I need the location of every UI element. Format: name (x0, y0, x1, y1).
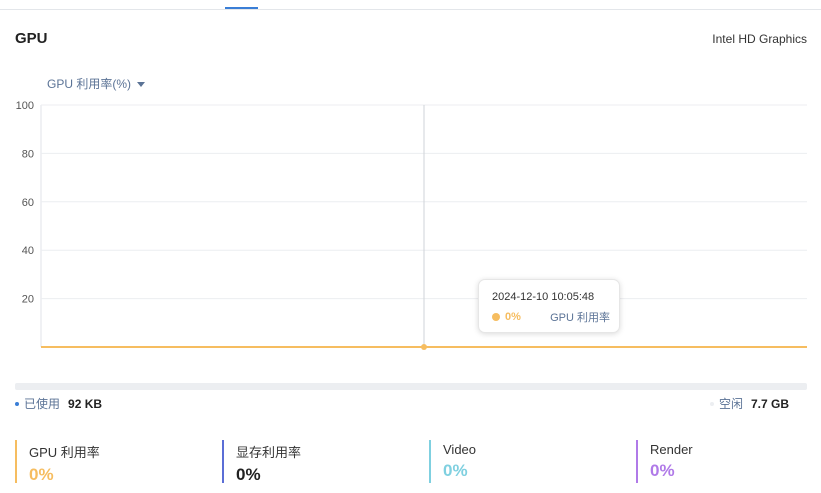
active-tab-indicator (225, 7, 258, 9)
stat-value: 0% (29, 465, 54, 484)
y-tick-label: 80 (22, 148, 34, 160)
device-name: Intel HD Graphics (712, 32, 807, 46)
caret-down-icon (137, 82, 146, 87)
stat-gpu-usage: GPU 利用率 0% (15, 440, 100, 484)
stat-label: GPU 利用率 (29, 445, 100, 460)
y-tick-label: 60 (22, 197, 34, 209)
memory-used-label: 已使用 (24, 397, 61, 411)
memory-usage-bar (15, 383, 807, 390)
y-tick-label: 100 (16, 100, 34, 112)
memory-free: 空闲 7.7 GB (709, 395, 789, 412)
memory-used: 已使用 92 KB (15, 395, 102, 412)
memory-used-value: 92 KB (68, 396, 103, 411)
stat-video: Video 0% (429, 440, 476, 483)
used-dot-icon (15, 401, 19, 406)
chart-tooltip: 2024-12-10 10:05:48 0% GPU 利用率 (478, 279, 620, 333)
tooltip-value: 0% (505, 311, 521, 323)
free-dot-icon (709, 401, 714, 406)
stat-value: 0% (236, 465, 261, 484)
stat-value: 0% (443, 461, 468, 480)
stat-value: 0% (650, 461, 675, 480)
memory-free-value: 7.7 GB (750, 396, 789, 411)
tooltip-series-dot (492, 313, 500, 321)
page-title: GPU (15, 30, 48, 47)
y-tick-label: 20 (22, 294, 34, 306)
y-tick-label: 40 (22, 245, 34, 257)
stat-memory-usage: 显存利用率 0% (222, 440, 302, 484)
tooltip-series-name: GPU 利用率 (550, 312, 610, 324)
top-divider (0, 9, 821, 10)
stat-label: Render (650, 442, 693, 457)
gpu-usage-chart[interactable]: 100 80 60 40 20 (0, 95, 821, 360)
stat-render: Render 0% (636, 440, 693, 483)
tooltip-time: 2024-12-10 10:05:48 (492, 291, 595, 303)
metric-dropdown[interactable]: GPU 利用率(%) (47, 75, 146, 92)
memory-free-label: 空闲 (718, 397, 743, 411)
hover-point (421, 344, 427, 350)
metric-dropdown-label: GPU 利用率(%) (47, 77, 132, 91)
stat-label: Video (443, 442, 477, 457)
stat-label: 显存利用率 (236, 445, 302, 460)
